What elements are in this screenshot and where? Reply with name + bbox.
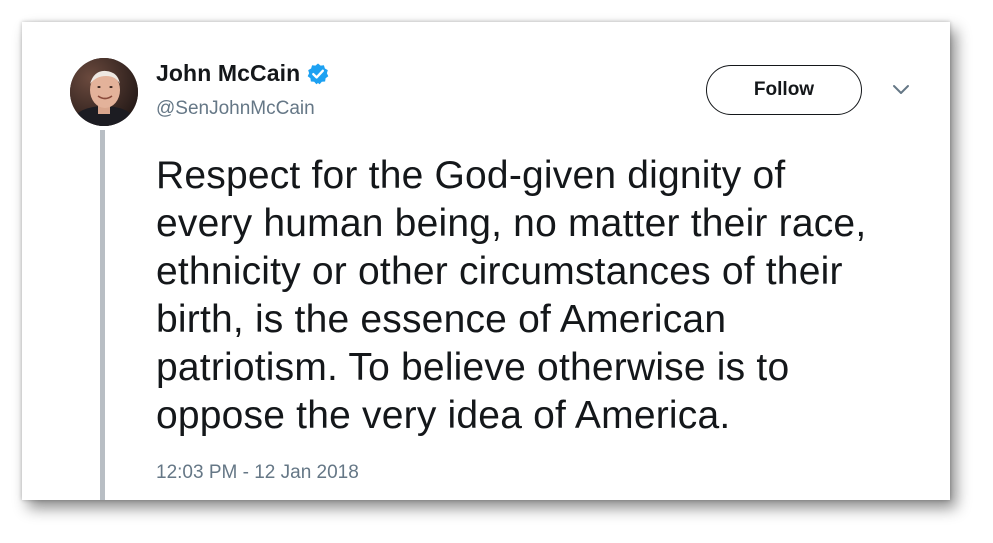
- tweet-card: John McCain @SenJohnMcCain Follow Respec…: [22, 22, 950, 500]
- avatar-image: [70, 58, 138, 126]
- author-name-row: John McCain: [156, 60, 330, 87]
- author-display-name[interactable]: John McCain: [156, 60, 300, 87]
- avatar[interactable]: [70, 58, 138, 126]
- thread-line: [100, 130, 105, 500]
- author-handle[interactable]: @SenJohnMcCain: [156, 98, 315, 120]
- follow-button[interactable]: Follow: [706, 65, 862, 115]
- tweet-timestamp[interactable]: 12:03 PM - 12 Jan 2018: [156, 462, 359, 484]
- tweet-text: Respect for the God-given dignity of eve…: [156, 154, 867, 437]
- verified-badge-icon: [306, 62, 330, 86]
- chevron-down-icon[interactable]: [890, 82, 912, 98]
